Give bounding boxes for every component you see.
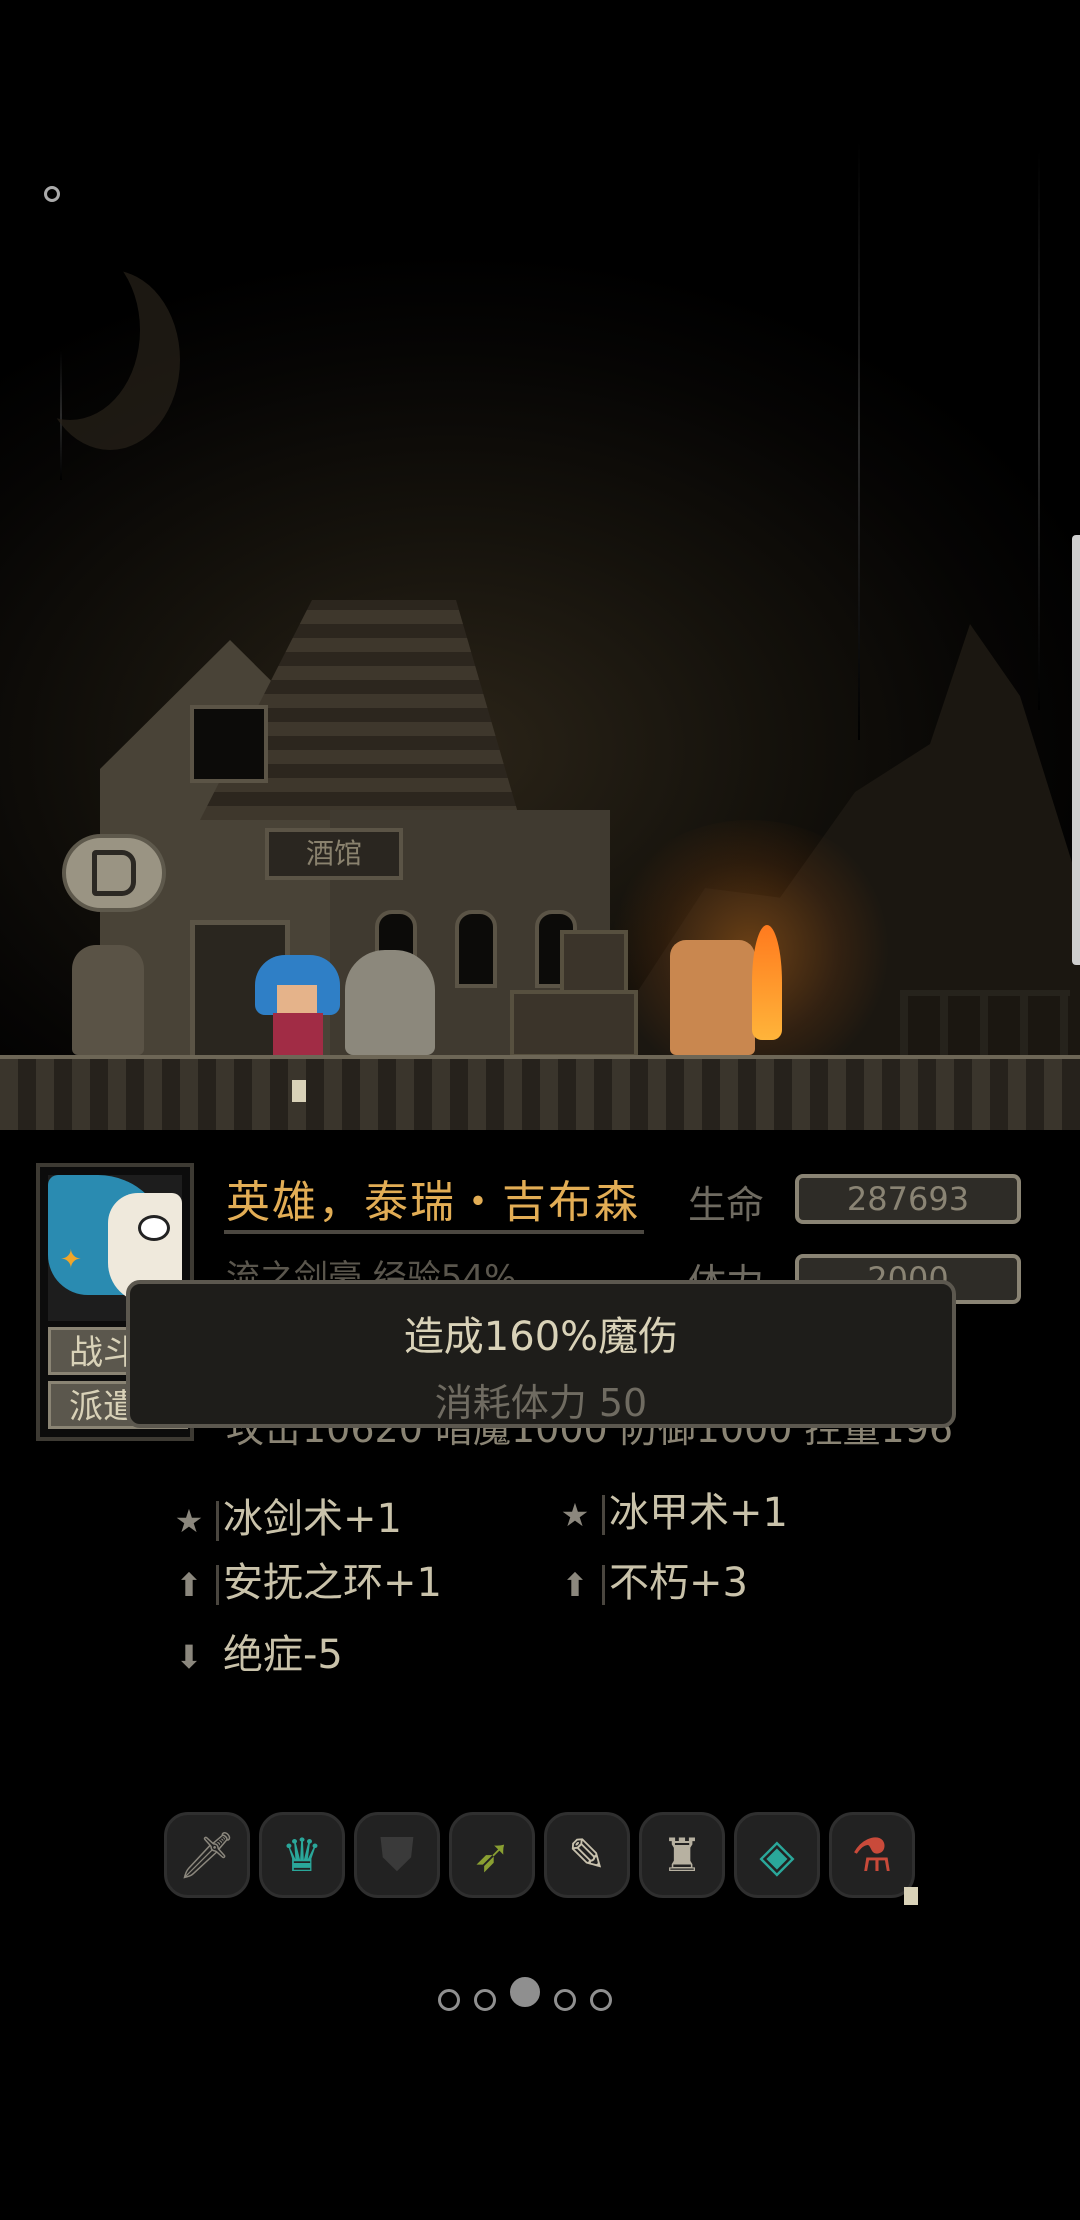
rain-streak [1038,150,1040,710]
campfire-flame [752,925,782,1040]
position-marker [292,1080,306,1102]
enter-tavern-bubble[interactable] [62,834,166,912]
star-icon: ★ [560,1496,590,1534]
page-indicator [438,1977,612,2015]
arrow-up-icon: ⬆ [561,1566,589,1604]
tooltip-cost: 消耗体力 50 [434,1381,648,1425]
page-dot[interactable] [590,1989,612,2011]
name-underline [224,1230,644,1234]
sparkle-icon: ✦ [60,1245,82,1275]
page-dot[interactable] [438,1989,460,2011]
perk-divider [602,1495,605,1535]
game-scene: 酒馆 [0,0,1080,1130]
perk-divider [216,1565,219,1605]
rain-streak [858,140,860,740]
potion-icon[interactable]: ⚗ [829,1812,918,1905]
page-dot[interactable] [474,1989,496,2011]
perk-label: 安抚之环+1 [223,1560,442,1606]
enter-icon [92,850,136,896]
npc-skeleton[interactable] [670,940,755,1055]
crate [560,930,628,998]
perk-item[interactable]: ⬇ 绝症-5 [170,1630,343,1680]
perk-divider [216,1501,219,1541]
perk-item[interactable]: ⬆ 安抚之环+1 [170,1558,442,1608]
boots-icon[interactable]: ♜ [639,1812,725,1898]
tooltip-effect: 造成160%魔伤 [403,1314,679,1360]
ground [0,1055,1080,1130]
moon [0,240,140,420]
armor-icon[interactable]: ⛊ [354,1812,440,1898]
perk-label: 绝症-5 [223,1632,343,1678]
arrow-down-icon: ⬇ [175,1638,203,1676]
page-dot[interactable] [554,1989,576,2011]
perk-divider [602,1565,605,1605]
crown-icon[interactable]: ♛ [259,1812,345,1898]
hero-body [273,1013,323,1055]
perk-label: 冰剑术+1 [223,1496,402,1542]
hero-sprite[interactable] [255,955,340,1055]
page-dot-active[interactable] [510,1977,540,2007]
npc-old-man[interactable] [72,945,144,1055]
fence [900,990,1070,1056]
life-value: 287693 [795,1174,1021,1224]
hero-name: 英雄，泰瑞・吉布森 [226,1177,640,1228]
boomerang-icon[interactable]: ➶ [449,1812,535,1898]
scroll-icon[interactable]: ✎ [544,1812,630,1898]
perk-item[interactable]: ⬆ 不朽+3 [556,1558,748,1608]
perk-item[interactable]: ★ 冰甲术+1 [556,1488,788,1538]
arrow-up-icon: ⬆ [175,1566,203,1604]
crate [510,990,638,1058]
star-icon [44,186,60,202]
lock-icon [904,1887,918,1905]
sword-icon[interactable]: 🗡 [164,1812,250,1898]
npc-ghost[interactable] [345,950,435,1055]
portrait-eye [138,1215,170,1241]
edge-panel-handle[interactable] [1072,535,1080,965]
tavern-window [190,705,268,783]
perk-label: 冰甲术+1 [609,1490,788,1536]
tavern-window [455,910,497,988]
star-icon: ★ [174,1502,204,1540]
tavern-sign: 酒馆 [265,828,403,880]
perk-item[interactable]: ★ 冰剑术+1 [170,1494,402,1544]
amulet-icon[interactable]: ◈ [734,1812,820,1898]
skill-tooltip: 造成160%魔伤 消耗体力 50 [126,1280,956,1428]
perk-label: 不朽+3 [609,1560,748,1606]
equipment-row: 🗡 ♛ ⛊ ➶ ✎ ♜ ◈ ⚗ [164,1812,924,1905]
life-label: 生命 [688,1183,765,1227]
hero-face [277,985,317,1013]
